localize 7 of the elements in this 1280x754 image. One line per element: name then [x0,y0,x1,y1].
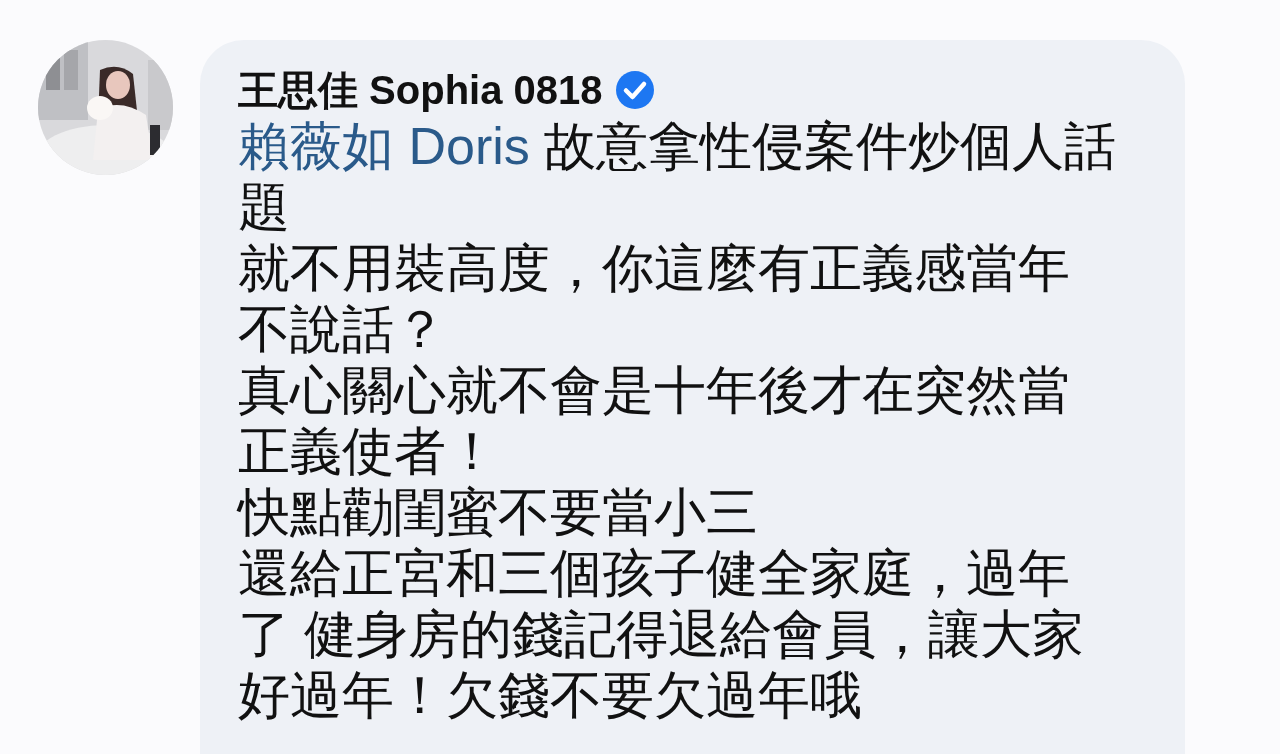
comment-text: 真心關心就不會是十年後才在突然當正義使者！ [238,360,1071,482]
author-name[interactable]: 王思佳 Sophia 0818 [238,62,603,118]
mention-link[interactable]: 賴薇如 Doris [238,117,530,175]
comment-text: 還給正宮和三個孩子健全家庭，過年了 健身房的錢記得退給會員，讓大家好過年！欠錢不要欠過年哦 [238,543,1086,726]
comment-text: 賴薇如 Doris 故意拿性侵案件炒個人話題 [238,116,1118,238]
comment-text: 就不用裝高度，你這麼有正義感當年不說話？ [238,238,1071,360]
comment-text: 快點勸閨蜜不要當小三 [238,482,759,543]
